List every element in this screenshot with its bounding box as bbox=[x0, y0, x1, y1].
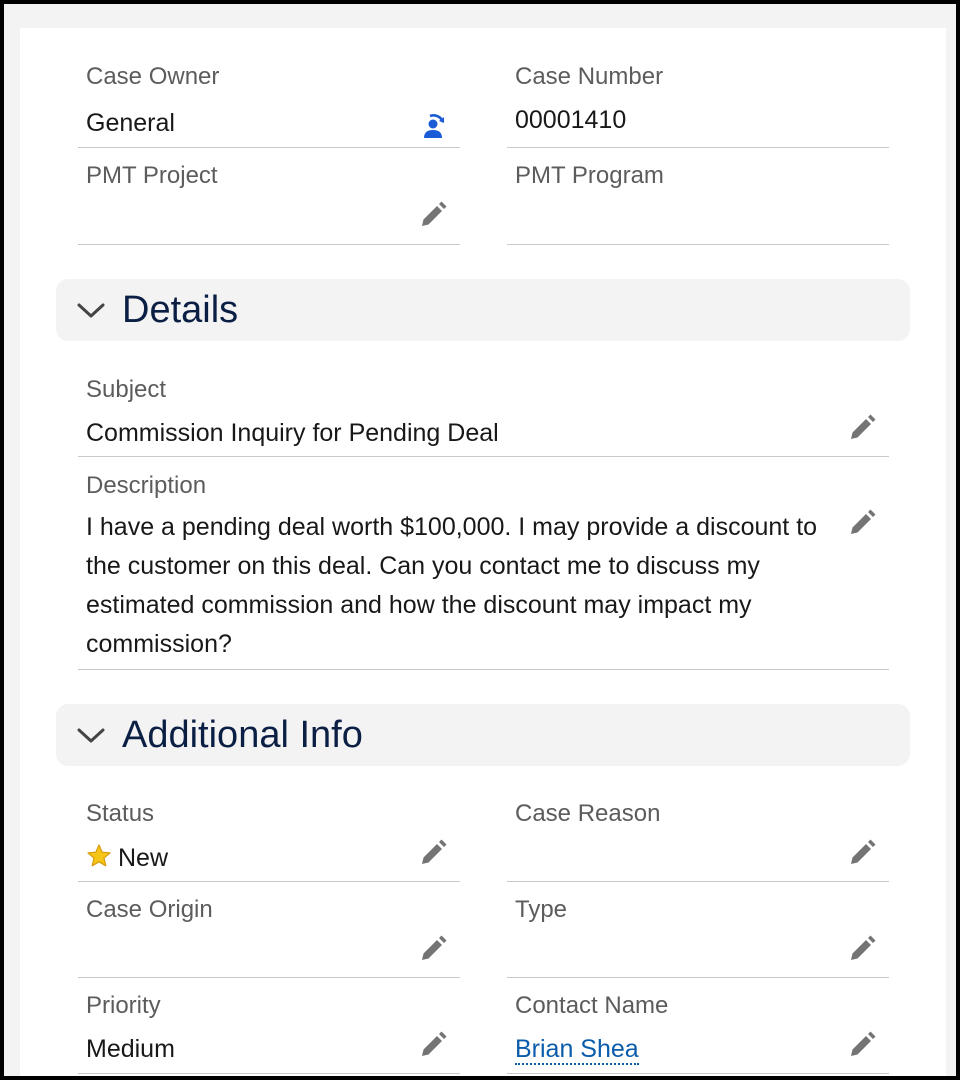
pmt-program-label: PMT Program bbox=[515, 162, 664, 189]
additional-info-section-title: Additional Info bbox=[122, 714, 363, 756]
subject-edit-icon[interactable] bbox=[845, 411, 879, 445]
change-owner-icon[interactable] bbox=[416, 110, 450, 144]
star-icon bbox=[87, 844, 111, 867]
details-section-header[interactable]: Details bbox=[56, 279, 910, 341]
contact-name-value-wrapper: Brian Shea bbox=[515, 1035, 639, 1065]
chevron-down-icon bbox=[77, 303, 105, 318]
type-field: Type bbox=[507, 882, 889, 978]
priority-edit-icon[interactable] bbox=[416, 1028, 450, 1062]
case-owner-value: General bbox=[86, 109, 175, 137]
subject-label: Subject bbox=[86, 376, 167, 403]
pmt-project-edit-icon[interactable] bbox=[416, 198, 450, 232]
priority-label: Priority bbox=[86, 992, 161, 1019]
case-number-label: Case Number bbox=[515, 63, 664, 90]
type-label: Type bbox=[515, 896, 568, 923]
type-edit-icon[interactable] bbox=[845, 932, 879, 966]
status-field: Status New bbox=[78, 788, 460, 882]
pmt-project-field: PMT Project bbox=[78, 148, 460, 245]
details-section-title: Details bbox=[122, 289, 239, 331]
case-reason-field: Case Reason bbox=[507, 788, 889, 882]
contact-name-label: Contact Name bbox=[515, 992, 669, 1019]
contact-name-field: Contact Name Brian Shea bbox=[507, 978, 889, 1074]
description-value: I have a pending deal worth $100,000. I … bbox=[86, 513, 818, 658]
description-edit-icon[interactable] bbox=[845, 506, 879, 540]
case-number-value: 00001410 bbox=[515, 106, 627, 134]
subject-field: Subject Commission Inquiry for Pending D… bbox=[78, 364, 889, 457]
priority-field: Priority Medium bbox=[78, 978, 460, 1074]
status-label: Status bbox=[86, 800, 155, 827]
case-origin-field: Case Origin bbox=[78, 882, 460, 978]
description-field: Description I have a pending deal worth … bbox=[78, 457, 889, 670]
additional-info-section-header[interactable]: Additional Info bbox=[56, 704, 910, 766]
priority-value: Medium bbox=[86, 1035, 175, 1063]
case-number-field: Case Number 00001410 bbox=[507, 52, 889, 148]
chevron-down-icon bbox=[77, 728, 105, 743]
pmt-program-field: PMT Program bbox=[507, 148, 889, 245]
contact-name-link[interactable]: Brian Shea bbox=[515, 1035, 639, 1065]
pmt-project-label: PMT Project bbox=[86, 162, 218, 189]
case-owner-label: Case Owner bbox=[86, 63, 220, 90]
description-label: Description bbox=[86, 472, 207, 499]
case-reason-edit-icon[interactable] bbox=[845, 836, 879, 870]
contact-name-edit-icon[interactable] bbox=[845, 1028, 879, 1062]
status-value-wrapper: New bbox=[86, 843, 168, 873]
subject-value: Commission Inquiry for Pending Deal bbox=[86, 419, 499, 447]
case-reason-label: Case Reason bbox=[515, 800, 661, 827]
status-edit-icon[interactable] bbox=[416, 836, 450, 870]
status-value: New bbox=[118, 844, 169, 872]
case-owner-field: Case Owner General bbox=[78, 52, 460, 148]
case-origin-edit-icon[interactable] bbox=[416, 932, 450, 966]
window-frame: Case Owner General Case Number 00001410 … bbox=[0, 0, 960, 1080]
case-record-panel: Case Owner General Case Number 00001410 … bbox=[20, 28, 946, 1076]
case-origin-label: Case Origin bbox=[86, 896, 213, 923]
